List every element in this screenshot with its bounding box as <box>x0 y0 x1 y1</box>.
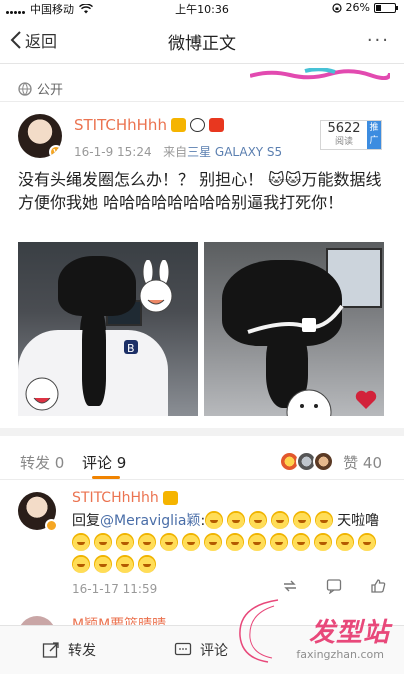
laugh-cry-emoji-icon <box>160 533 178 551</box>
laugh-cry-emoji-icon <box>271 511 290 529</box>
share-icon <box>42 642 59 658</box>
laugh-cry-emoji-icon <box>138 555 156 573</box>
read-count-box[interactable]: 5622 阅读 推广 <box>320 120 382 150</box>
sticker-face-icon <box>286 389 332 416</box>
tab-repost[interactable]: 转发 0 <box>20 452 64 473</box>
interaction-tabs: 转发 0 评论 9 赞 40 <box>0 446 404 480</box>
thumbs-up-icon[interactable] <box>370 578 386 594</box>
page-title: 微博正文 <box>168 34 236 54</box>
laugh-cry-emoji-icon <box>226 533 244 551</box>
laugh-cry-emoji-icon <box>314 533 332 551</box>
reply-prefix: 回复 <box>72 513 100 529</box>
crown-badge-icon <box>162 491 178 505</box>
avatar <box>313 451 334 472</box>
watermark-url: faxingzhan.com <box>296 648 384 661</box>
sticker-bunny-icon <box>139 260 173 313</box>
laugh-cry-emoji-icon <box>336 533 354 551</box>
comment-icon[interactable] <box>326 578 342 594</box>
repost-button[interactable]: 转发 <box>42 640 96 660</box>
comment-button[interactable]: 评论 <box>174 640 228 660</box>
visibility-text: 公开 <box>37 83 64 98</box>
heart-icon <box>355 390 377 409</box>
section-divider <box>0 428 404 436</box>
active-tab-indicator <box>92 476 120 479</box>
battery-icon <box>374 2 398 13</box>
comment-tail: 天啦噜 <box>337 513 380 529</box>
usb-cable-shape <box>247 304 344 334</box>
laugh-cry-emoji-icon <box>205 511 224 529</box>
svg-text:B: B <box>127 342 135 355</box>
device-link[interactable]: 三星 GALAXY S5 <box>187 145 282 159</box>
laugh-cry-emoji-icon <box>94 533 112 551</box>
repost-label: 转发 <box>68 643 96 659</box>
globe-icon <box>18 81 32 96</box>
comment-actions <box>282 578 386 594</box>
laugh-cry-emoji-icon <box>293 511 312 529</box>
laugh-cry-emoji-icon <box>116 533 134 551</box>
sticker-cony-icon <box>25 377 59 411</box>
promo-tag: 推广 <box>367 121 381 149</box>
hair-shape <box>58 256 136 316</box>
laugh-cry-emoji-icon <box>116 555 134 573</box>
letter-b-icon: B <box>124 340 138 355</box>
avatar[interactable]: V <box>18 114 62 158</box>
comment-author[interactable]: STITCHhHhh <box>72 490 178 506</box>
visibility-row: 公开 <box>0 68 404 102</box>
rotation-lock-icon <box>331 2 342 13</box>
post-meta: 16-1-9 15:24 来自三星 GALAXY S5 <box>74 143 282 160</box>
post-date: 16-1-9 15:24 <box>74 145 152 159</box>
read-label: 阅读 <box>334 137 353 147</box>
bottom-toolbar: 转发 评论 发型站 faxingzhan.com <box>0 599 404 674</box>
visibility-label: 公开 <box>18 79 63 98</box>
verified-badge-icon <box>45 519 58 532</box>
battery-percent: 26% <box>345 1 370 14</box>
laugh-cry-emoji-icon <box>72 533 90 551</box>
mention-link[interactable]: @Meraviglia颖 <box>100 513 200 529</box>
comment-label: 评论 <box>200 643 228 659</box>
crown-badge-icon <box>170 118 186 132</box>
author-name[interactable]: STITCHhHhh <box>74 116 224 134</box>
laugh-cry-emoji-icon <box>72 555 90 573</box>
laugh-cry-emoji-icon <box>227 511 246 529</box>
comment-item: STITCHhHhh 回复@Meraviglia颖: 天啦噜 16-1-17 11… <box>0 488 404 604</box>
laugh-cry-emoji-icon <box>94 555 112 573</box>
read-count: 5622 <box>327 121 361 136</box>
laugh-cry-emoji-icon <box>292 533 310 551</box>
decoration-strip <box>250 68 390 80</box>
ponytail-front-shape <box>82 312 106 406</box>
tab-like[interactable]: 赞 40 <box>343 452 382 473</box>
liker-avatars[interactable] <box>279 451 334 472</box>
comment-time: 16-1-17 11:59 <box>72 582 158 596</box>
laugh-cry-emoji-icon <box>270 533 288 551</box>
panda-badge-icon <box>189 118 205 132</box>
post-text: 没有头绳发圈怎么办！？ 别担心！ 🐱🐱万能数据线 方便你我她 哈哈哈哈哈哈哈哈别… <box>18 170 382 212</box>
watermark: 发型站 faxingzhan.com <box>228 599 398 672</box>
post-image-2[interactable] <box>204 242 384 416</box>
laugh-cry-emoji-icon <box>358 533 376 551</box>
avatar[interactable] <box>18 492 58 532</box>
watermark-title: 发型站 <box>308 618 390 648</box>
laugh-cry-emoji-icon <box>315 511 334 529</box>
red-envelope-badge-icon <box>208 118 224 132</box>
status-bar: 中国移动 上午10:36 26% <box>0 0 404 16</box>
laugh-cry-emoji-icon <box>182 533 200 551</box>
more-menu-button[interactable]: ··· <box>367 30 390 51</box>
laugh-cry-emoji-icon <box>204 533 222 551</box>
author-name-text: STITCHhHhh <box>74 116 167 134</box>
laugh-cry-emoji-icon <box>138 533 156 551</box>
post-image-1[interactable]: B <box>18 242 198 416</box>
watermark-logo-icon <box>239 599 279 663</box>
nav-bar: 返回 微博正文 ··· <box>0 16 404 64</box>
tab-comment[interactable]: 评论 9 <box>82 452 126 473</box>
source-prefix: 来自 <box>163 145 188 159</box>
post-header: V STITCHhHhh 16-1-9 15:24 来自三星 GALAXY S5… <box>0 110 404 166</box>
comment-icon <box>174 642 192 656</box>
verified-badge-icon: V <box>49 145 62 158</box>
laugh-cry-emoji-icon <box>248 533 266 551</box>
repost-icon[interactable] <box>282 578 298 594</box>
comment-text: 回复@Meraviglia颖: 天啦噜 <box>72 510 390 576</box>
laugh-cry-emoji-icon <box>249 511 268 529</box>
comment-author-text: STITCHhHhh <box>72 490 159 506</box>
